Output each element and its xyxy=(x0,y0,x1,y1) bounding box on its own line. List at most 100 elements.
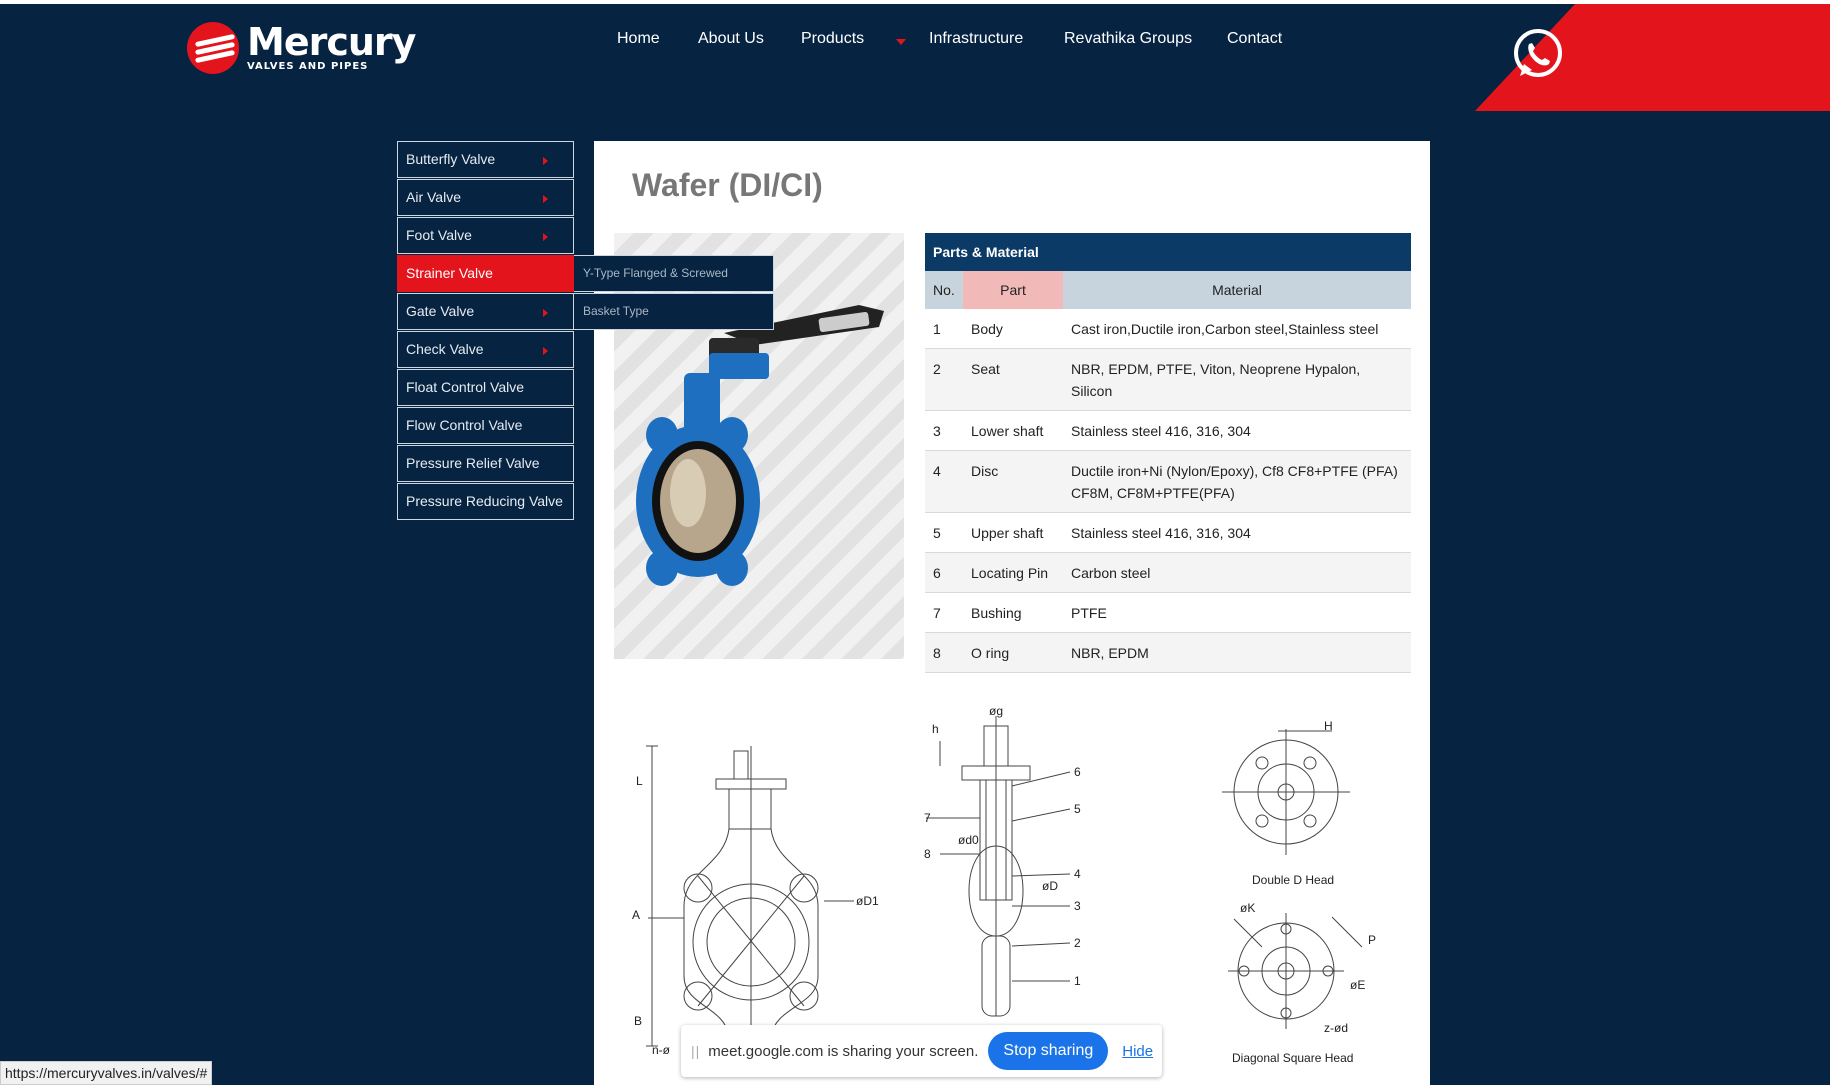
submenu-item-basket-type[interactable]: Basket Type xyxy=(574,293,774,330)
browser-status-url: https://mercuryvalves.in/valves/# xyxy=(0,1061,213,1085)
products-dropdown-caret-icon[interactable] xyxy=(896,39,906,45)
table-row: 3 Lower shaft Stainless steel 416, 316, 30… xyxy=(925,410,1411,451)
column-header-material: Material xyxy=(1063,271,1411,309)
menu-item-label: Float Control Valve xyxy=(406,379,525,395)
menu-item-label: Gate Valve xyxy=(406,303,475,319)
column-header-part: Part xyxy=(963,271,1063,309)
parts-material-table: Parts & Material No. Part Material 1 Body… xyxy=(925,233,1411,673)
dim-label-p: P xyxy=(1368,933,1377,947)
row-part: Locating Pin xyxy=(963,552,1063,593)
dim-label-b: B xyxy=(634,1014,643,1028)
menu-item-float-control-valve[interactable]: Float Control Valve xyxy=(397,369,574,406)
dim-label-h: h xyxy=(932,722,939,736)
dim-label-d: øD xyxy=(1042,879,1058,893)
top-strip xyxy=(0,0,1830,4)
row-part: Disc xyxy=(963,450,1063,513)
menu-item-air-valve[interactable]: Air Valve xyxy=(397,179,574,216)
menu-item-pressure-reducing-valve[interactable]: Pressure Reducing Valve xyxy=(397,483,574,520)
drag-handle-icon[interactable]: || xyxy=(691,1043,700,1059)
table-row: 6 Locating Pin Carbon steel xyxy=(925,552,1411,593)
screen-share-bar: || meet.google.com is sharing your scree… xyxy=(681,1025,1162,1077)
nav-home[interactable]: Home xyxy=(617,30,660,48)
menu-item-gate-valve[interactable]: Gate Valve xyxy=(397,293,574,330)
menu-item-strainer-valve[interactable]: Strainer Valve xyxy=(397,255,574,292)
menu-item-pressure-relief-valve[interactable]: Pressure Relief Valve xyxy=(397,445,574,482)
row-part: Lower shaft xyxy=(963,410,1063,451)
parts-table-heading: Parts & Material xyxy=(925,233,1411,271)
row-no: 8 xyxy=(925,632,963,673)
brand-logo[interactable]: Mercury VALVES AND PIPES xyxy=(187,22,416,74)
part-label-4: 4 xyxy=(1074,867,1081,881)
dim-label-e: øE xyxy=(1350,978,1366,992)
strainer-valve-submenu: Y-Type Flanged & Screwed Basket Type xyxy=(574,255,774,331)
menu-item-butterfly-valve[interactable]: Butterfly Valve xyxy=(397,141,574,178)
nav-revathika-groups[interactable]: Revathika Groups xyxy=(1064,30,1192,48)
nav-products[interactable]: Products xyxy=(801,30,864,48)
row-part: Bushing xyxy=(963,592,1063,633)
submenu-arrow-icon xyxy=(543,233,548,241)
row-material: Cast iron,Ductile iron,Carbon steel,Stai… xyxy=(1063,309,1411,349)
dim-label-h-head: H xyxy=(1324,719,1333,733)
row-no: 6 xyxy=(925,552,963,593)
submenu-arrow-icon xyxy=(543,347,548,355)
part-label-6: 6 xyxy=(1074,765,1081,779)
menu-item-foot-valve[interactable]: Foot Valve xyxy=(397,217,574,254)
row-no: 1 xyxy=(925,309,963,349)
menu-item-label: Foot Valve xyxy=(406,227,472,243)
row-no: 4 xyxy=(925,450,963,513)
share-message: meet.google.com is sharing your screen. xyxy=(708,1042,979,1060)
head-views-drawing: H Double D Head øK P øE z-ød Diagonal Sq… xyxy=(1182,701,1392,1085)
row-part: O ring xyxy=(963,632,1063,673)
row-part: Seat xyxy=(963,348,1063,411)
dim-label-a: A xyxy=(632,908,641,922)
dim-label-l: L xyxy=(636,774,643,788)
row-material: Stainless steel 416, 316, 304 xyxy=(1063,512,1411,553)
part-label-7: 7 xyxy=(924,811,931,825)
part-label-5: 5 xyxy=(1074,802,1081,816)
dim-label-g: øg xyxy=(989,704,1004,718)
hide-link[interactable]: Hide xyxy=(1122,1043,1153,1060)
part-label-2: 2 xyxy=(1074,936,1081,950)
table-row: 5 Upper shaft Stainless steel 416, 316, 30… xyxy=(925,512,1411,553)
row-no: 5 xyxy=(925,512,963,553)
dim-label-d1: øD1 xyxy=(856,894,879,908)
row-material: PTFE xyxy=(1063,592,1411,633)
row-part: Body xyxy=(963,309,1063,349)
table-row: 8O ring NBR, EPDM xyxy=(925,632,1411,673)
menu-item-label: Air Valve xyxy=(406,189,461,205)
submenu-item-y-type[interactable]: Y-Type Flanged & Screwed xyxy=(574,255,774,292)
part-label-8: 8 xyxy=(924,847,931,861)
column-header-no: No. xyxy=(925,271,963,309)
row-material: Stainless steel 416, 316, 304 xyxy=(1063,410,1411,451)
table-row: 4 Disc Ductile iron+Ni (Nylon/Epoxy), Cf8 … xyxy=(925,450,1411,513)
logo-mark-icon xyxy=(187,22,239,74)
table-row: 1 Body Cast iron,Ductile iron,Carbon steel… xyxy=(925,309,1411,349)
part-label-1: 1 xyxy=(1074,974,1081,988)
nav-contact[interactable]: Contact xyxy=(1227,30,1282,48)
menu-item-check-valve[interactable]: Check Valve xyxy=(397,331,574,368)
dim-label-d0: ød0 xyxy=(958,833,979,847)
submenu-arrow-icon xyxy=(543,157,548,165)
menu-item-label: Pressure Relief Valve xyxy=(406,455,540,471)
dim-label-z: z-ød xyxy=(1324,1021,1348,1035)
product-category-menu: Butterfly Valve Air Valve Foot Valve Str… xyxy=(397,141,574,521)
whatsapp-icon[interactable] xyxy=(1510,26,1566,82)
nav-about-us[interactable]: About Us xyxy=(698,30,764,48)
menu-item-label: Check Valve xyxy=(406,341,484,357)
row-material: NBR, EPDM xyxy=(1063,632,1411,673)
menu-item-label: Strainer Valve xyxy=(406,265,493,281)
menu-item-flow-control-valve[interactable]: Flow Control Valve xyxy=(397,407,574,444)
menu-item-label: Pressure Reducing Valve xyxy=(406,493,563,509)
row-no: 7 xyxy=(925,592,963,633)
stop-sharing-button[interactable]: Stop sharing xyxy=(988,1032,1109,1070)
table-row: 2 Seat NBR, EPDM, PTFE, Viton, Neoprene Hy… xyxy=(925,348,1411,411)
page-title: Wafer (DI/CI) xyxy=(632,167,823,203)
submenu-arrow-icon xyxy=(543,309,548,317)
row-no: 3 xyxy=(925,410,963,451)
nav-infrastructure[interactable]: Infrastructure xyxy=(929,30,1023,48)
diagonal-square-head-caption: Diagonal Square Head xyxy=(1232,1051,1354,1065)
menu-item-label: Butterfly Valve xyxy=(406,151,496,167)
menu-item-label: Flow Control Valve xyxy=(406,417,523,433)
double-d-head-caption: Double D Head xyxy=(1252,873,1335,887)
row-material: Ductile iron+Ni (Nylon/Epoxy), Cf8 CF8+P… xyxy=(1063,450,1411,513)
